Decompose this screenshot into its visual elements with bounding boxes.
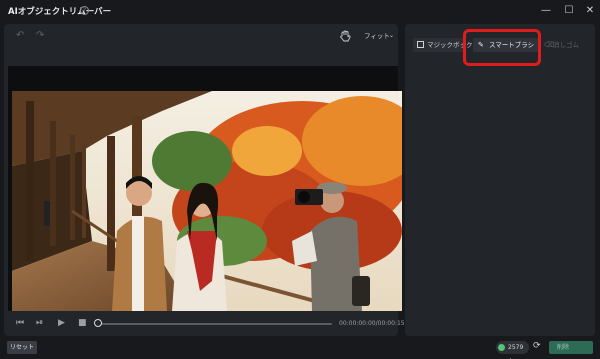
help-icon[interactable]: ?	[80, 6, 89, 15]
undo-icon[interactable]: ↶	[16, 30, 24, 41]
bottom-bar: リセット 2579 + ⟳ 削除	[0, 337, 600, 359]
minimize-icon[interactable]: —	[538, 3, 554, 19]
refresh-icon[interactable]: ⟳	[533, 341, 541, 351]
remove-button-label: 削除	[557, 344, 570, 351]
timeline-scrubber[interactable]	[94, 319, 102, 327]
tab-eraser-label: 消しゴム	[553, 41, 579, 49]
reset-button[interactable]: リセット	[7, 341, 37, 354]
tool-panel: マジックボック ✎ スマートブラシ ⌫ 消しゴム	[405, 24, 595, 336]
chevron-down-icon: ⌄	[388, 32, 394, 39]
hand-icon[interactable]	[338, 29, 352, 43]
tab-magic-box[interactable]: マジックボック	[413, 38, 473, 52]
credits-badge[interactable]: 2579 +	[496, 341, 529, 359]
step-frame-icon[interactable]: ⏯	[36, 318, 43, 328]
preview-panel: ↶ ↷ フィット ⌄ ⏮ ⏯ ▶ ■ 00:00:00:00/00:00:15:…	[4, 24, 414, 336]
credits-count: 2579	[508, 344, 524, 351]
close-icon[interactable]: ✕	[582, 3, 598, 19]
coin-icon	[498, 344, 505, 351]
magic-box-icon	[417, 41, 424, 48]
skip-back-icon[interactable]: ⏮	[16, 318, 24, 328]
playback-bar: ⏮ ⏯ ▶ ■ 00:00:00:00/00:00:15:00	[8, 314, 414, 334]
video-canvas[interactable]	[8, 66, 402, 311]
title-bar: AIオブジェクトリムーバー ? — ☐ ✕	[0, 0, 600, 22]
maximize-icon[interactable]: ☐	[561, 3, 577, 19]
eraser-icon: ⌫	[544, 41, 554, 49]
zoom-fit-label: フィット	[364, 32, 390, 40]
stop-icon[interactable]: ■	[78, 318, 87, 328]
highlight-annotation	[463, 29, 541, 66]
remove-button[interactable]: 削除	[549, 341, 593, 354]
redo-icon[interactable]: ↷	[36, 30, 44, 41]
tab-eraser[interactable]: ⌫ 消しゴム	[541, 38, 581, 52]
zoom-fit-select[interactable]: フィット ⌄	[362, 29, 396, 43]
timeline-track[interactable]	[96, 323, 332, 325]
app-title: AIオブジェクトリムーバー	[8, 7, 112, 17]
video-frame-image	[12, 91, 402, 311]
timecode: 00:00:00:00/00:00:15:00	[339, 320, 415, 327]
play-icon[interactable]: ▶	[58, 318, 65, 328]
